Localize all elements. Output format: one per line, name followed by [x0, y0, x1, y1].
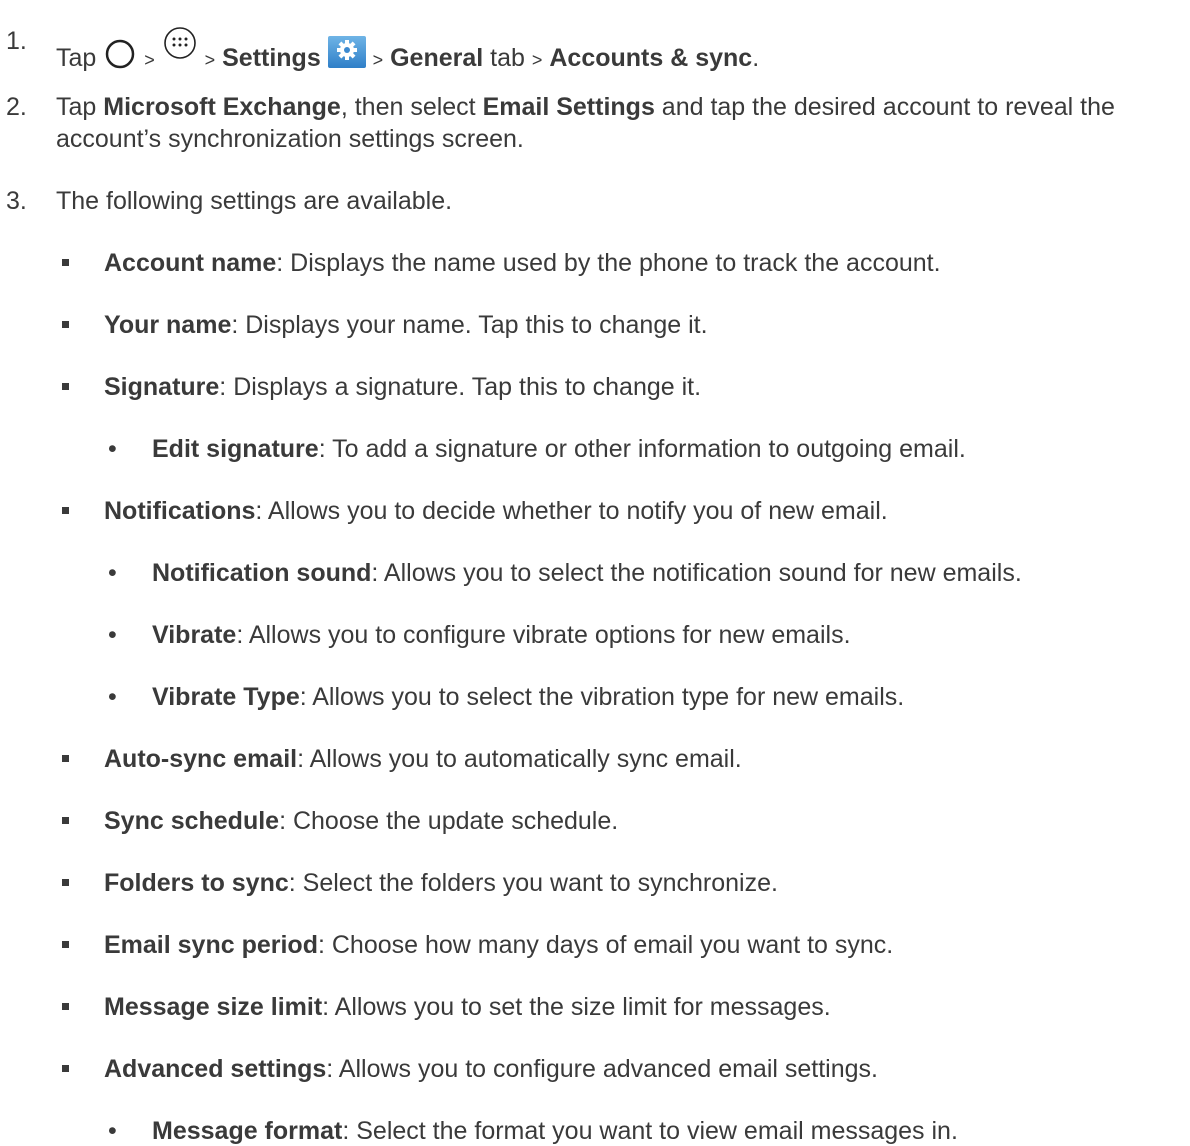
- setting-description: : Displays a signature. Tap this to chan…: [219, 373, 702, 401]
- step-text: account’s synchronization settings scree…: [56, 125, 524, 153]
- square-bullet-icon: [62, 1065, 69, 1072]
- setting-description: : Select the folders you want to synchro…: [288, 869, 778, 897]
- step-number: 1.: [6, 27, 27, 55]
- square-bullet-icon: [62, 321, 69, 328]
- step-text: and tap the desired account to reveal th…: [654, 93, 1115, 121]
- setting-term: Sync schedule: [104, 807, 280, 835]
- setting-description: : Allows you to configure advanced email…: [326, 1055, 878, 1083]
- setting-term: Account name: [104, 249, 277, 277]
- step-text: , then select: [340, 93, 483, 121]
- setting-term: Message size limit: [104, 993, 323, 1021]
- period: .: [752, 44, 760, 72]
- square-bullet-icon: [62, 383, 69, 390]
- setting-description: : To add a signature or other informatio…: [318, 435, 966, 463]
- setting-description: : Displays the name used by the phone to…: [276, 249, 941, 277]
- square-bullet-icon: [62, 507, 69, 514]
- square-bullet-icon: [62, 941, 69, 948]
- step-number: 3.: [6, 187, 27, 215]
- square-bullet-icon: [62, 755, 69, 762]
- step-text: Tap: [56, 93, 104, 121]
- setting-term: Notification sound: [152, 559, 372, 587]
- setting-term: Your name: [104, 311, 232, 339]
- setting-description: : Allows you to automatically sync email…: [297, 745, 742, 773]
- email-settings-label: Email Settings: [482, 93, 655, 121]
- setting-term: Auto-sync email: [104, 745, 298, 773]
- setting-description: : Allows you to select the vibration typ…: [299, 683, 905, 711]
- dot-bullet: •: [108, 621, 117, 649]
- square-bullet-icon: [62, 259, 69, 266]
- setting-term: Notifications: [104, 497, 256, 525]
- step-text: Tap: [56, 44, 97, 72]
- square-bullet-icon: [62, 879, 69, 886]
- separator: >: [144, 50, 155, 70]
- accounts-sync-label: Accounts & sync: [549, 44, 753, 72]
- step-text: The following settings are available.: [56, 187, 453, 215]
- setting-term: Vibrate Type: [152, 683, 300, 711]
- microsoft-exchange-label: Microsoft Exchange: [103, 93, 341, 121]
- square-bullet-icon: [62, 817, 69, 824]
- setting-term: Advanced settings: [104, 1055, 327, 1083]
- tab-word: tab: [490, 44, 525, 72]
- setting-term: Vibrate: [152, 621, 237, 649]
- dot-bullet: •: [108, 683, 117, 711]
- dot-bullet: •: [108, 559, 117, 587]
- square-bullet-icon: [62, 1003, 69, 1010]
- dot-bullet: •: [108, 435, 117, 463]
- setting-description: : Allows you to select the notification …: [371, 559, 1022, 587]
- setting-term: Signature: [104, 373, 220, 401]
- settings-label: Settings: [222, 44, 321, 72]
- setting-term: Folders to sync: [104, 869, 289, 897]
- setting-description: : Allows you to decide whether to notify…: [255, 497, 888, 525]
- separator: >: [204, 50, 216, 70]
- setting-description: : Choose the update schedule.: [279, 807, 619, 835]
- setting-term: Edit signature: [152, 435, 319, 463]
- apps-icon: [163, 27, 196, 59]
- separator: >: [372, 50, 384, 70]
- step-number: 2.: [6, 93, 27, 121]
- general-label: General: [390, 44, 484, 72]
- home-circle-icon: [106, 39, 135, 69]
- setting-description: : Displays your name. Tap this to change…: [231, 311, 708, 339]
- setting-description: : Allows you to configure vibrate option…: [236, 621, 851, 649]
- setting-description: : Choose how many days of email you want…: [317, 931, 894, 959]
- separator: >: [531, 50, 543, 70]
- setting-term: Email sync period: [104, 931, 318, 959]
- dot-bullet: •: [108, 1117, 117, 1145]
- setting-description: : Allows you to set the size limit for m…: [322, 993, 831, 1021]
- settings-gear-icon: [327, 36, 366, 68]
